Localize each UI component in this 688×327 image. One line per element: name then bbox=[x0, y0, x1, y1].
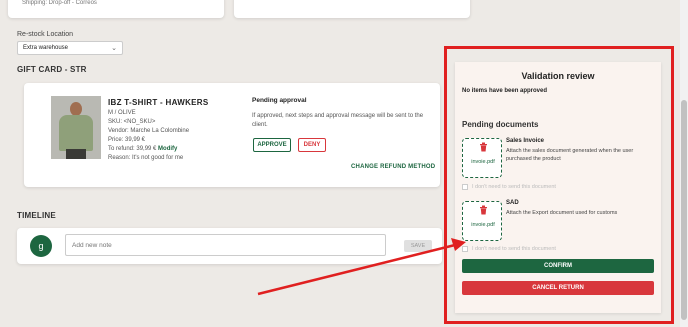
annotation-arrow bbox=[257, 238, 466, 296]
